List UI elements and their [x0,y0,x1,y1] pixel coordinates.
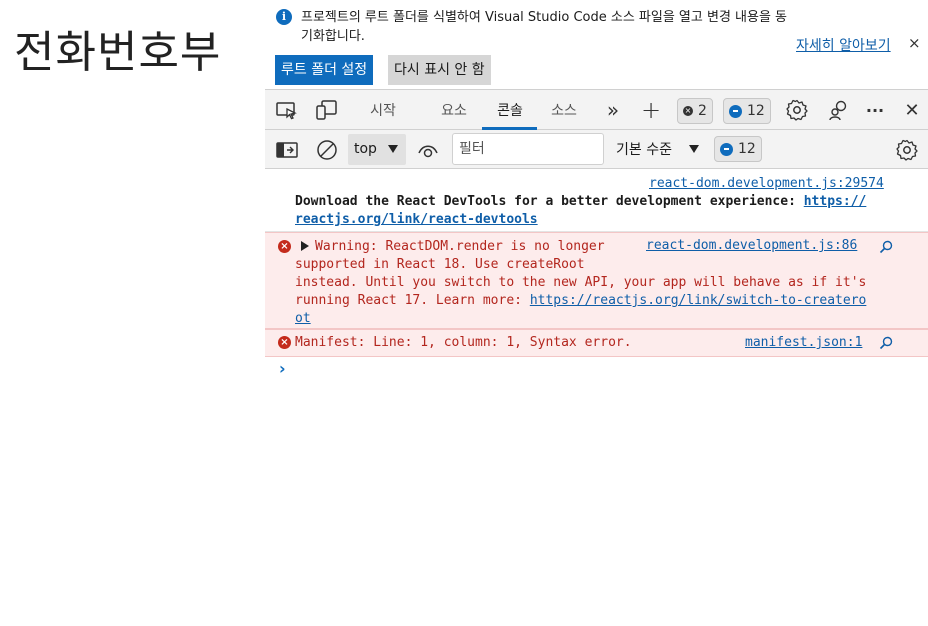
feedback-icon[interactable] [825,90,851,130]
console-message-info: react-dom.development.js:29574 Download … [265,170,928,232]
close-devtools-icon[interactable]: ✕ [901,90,923,130]
console-settings-gear-icon[interactable] [894,130,920,169]
message-text-part: Download the React DevTools for a better… [295,194,804,209]
live-expression-eye-icon[interactable] [415,130,441,169]
more-options-icon[interactable]: ··· [863,90,887,130]
context-selector[interactable]: top [348,134,406,165]
message-text: Manifest: Line: 1, column: 1, Syntax err… [295,335,632,350]
devtools-panel: i 프로젝트의 루트 폴더를 식별하여 Visual Studio Code 소… [265,0,928,626]
devtools-link-continued[interactable]: reactjs.org/link/react-devtools [295,211,538,229]
tab-console[interactable]: 콘솔 [485,90,535,130]
inspect-element-icon[interactable] [273,90,301,130]
source-link[interactable]: manifest.json:1 [745,335,862,350]
createroot-link-continued[interactable]: ot [295,310,311,328]
message-text: Warning: ReactDOM.render is no longer [315,239,605,254]
source-link[interactable]: react-dom.development.js:86 [646,238,857,253]
filter-input[interactable] [452,133,604,165]
tab-elements[interactable]: 요소 [431,90,477,130]
sidebar-toggle-icon[interactable] [275,130,299,169]
message-icon [729,104,742,118]
banner-message: 프로젝트의 루트 폴더를 식별하여 Visual Studio Code 소스 … [301,10,788,44]
info-banner: i 프로젝트의 루트 폴더를 식별하여 Visual Studio Code 소… [265,0,928,89]
message-text: running React 17. Learn more: https://re… [295,292,866,310]
settings-gear-icon[interactable] [784,90,810,130]
error-circle-icon: × [278,240,291,253]
chevron-down-icon [388,145,398,153]
banner-close-icon[interactable]: × [908,34,921,52]
info-icon: i [276,9,292,25]
clear-console-icon[interactable] [315,130,339,169]
message-text: supported in React 18. Use createRoot [295,257,585,272]
console-prompt-icon[interactable]: › [279,359,286,378]
add-tool-icon[interactable]: + [639,90,663,130]
more-tabs-icon[interactable]: » [601,90,625,130]
message-text: instead. Until you switch to the new API… [295,275,867,290]
error-count-badge[interactable]: × 2 [677,98,713,124]
console-filter-bar: top 기본 수준 12 [265,130,928,169]
device-emulation-icon[interactable] [313,90,341,130]
search-icon[interactable] [879,240,893,258]
error-icon: × [683,106,693,116]
learn-more-link[interactable]: 자세히 알아보기 [796,35,891,55]
createroot-link[interactable]: https://reactjs.org/link/switch-to-creat… [530,293,867,308]
tab-welcome[interactable]: 시작 [360,90,406,130]
message-icon [720,142,733,156]
message-text-part: running React 17. Learn more: [295,293,530,308]
search-icon[interactable] [879,336,893,354]
message-count-badge[interactable]: 12 [723,98,771,124]
chevron-down-icon [689,145,699,153]
console-message-warning: × Warning: ReactDOM.render is no longer … [265,232,928,329]
filter-message-count: 12 [738,141,756,157]
context-value: top [354,141,377,157]
page-heading: 전화번호부 [14,27,222,78]
expand-triangle-icon[interactable] [301,241,309,251]
error-circle-icon: × [278,336,291,349]
message-text: Download the React DevTools for a better… [295,193,866,211]
devtools-link[interactable]: https:// [804,194,867,209]
error-count: 2 [698,103,707,119]
devtools-toolbar: 시작 요소 콘솔 소스 » + × 2 12 ··· ✕ [265,89,928,130]
console-message-error: × Manifest: Line: 1, column: 1, Syntax e… [265,329,928,357]
dont-show-again-button[interactable]: 다시 표시 안 함 [388,55,491,85]
set-root-folder-button[interactable]: 루트 폴더 설정 [275,55,374,85]
console-log: react-dom.development.js:29574 Download … [265,170,928,357]
log-levels-dropdown[interactable]: 기본 수준 [616,139,672,159]
filter-message-count-badge[interactable]: 12 [714,136,762,162]
tab-sources[interactable]: 소스 [540,90,588,130]
message-count: 12 [747,103,765,119]
source-link[interactable]: react-dom.development.js:29574 [649,176,884,191]
